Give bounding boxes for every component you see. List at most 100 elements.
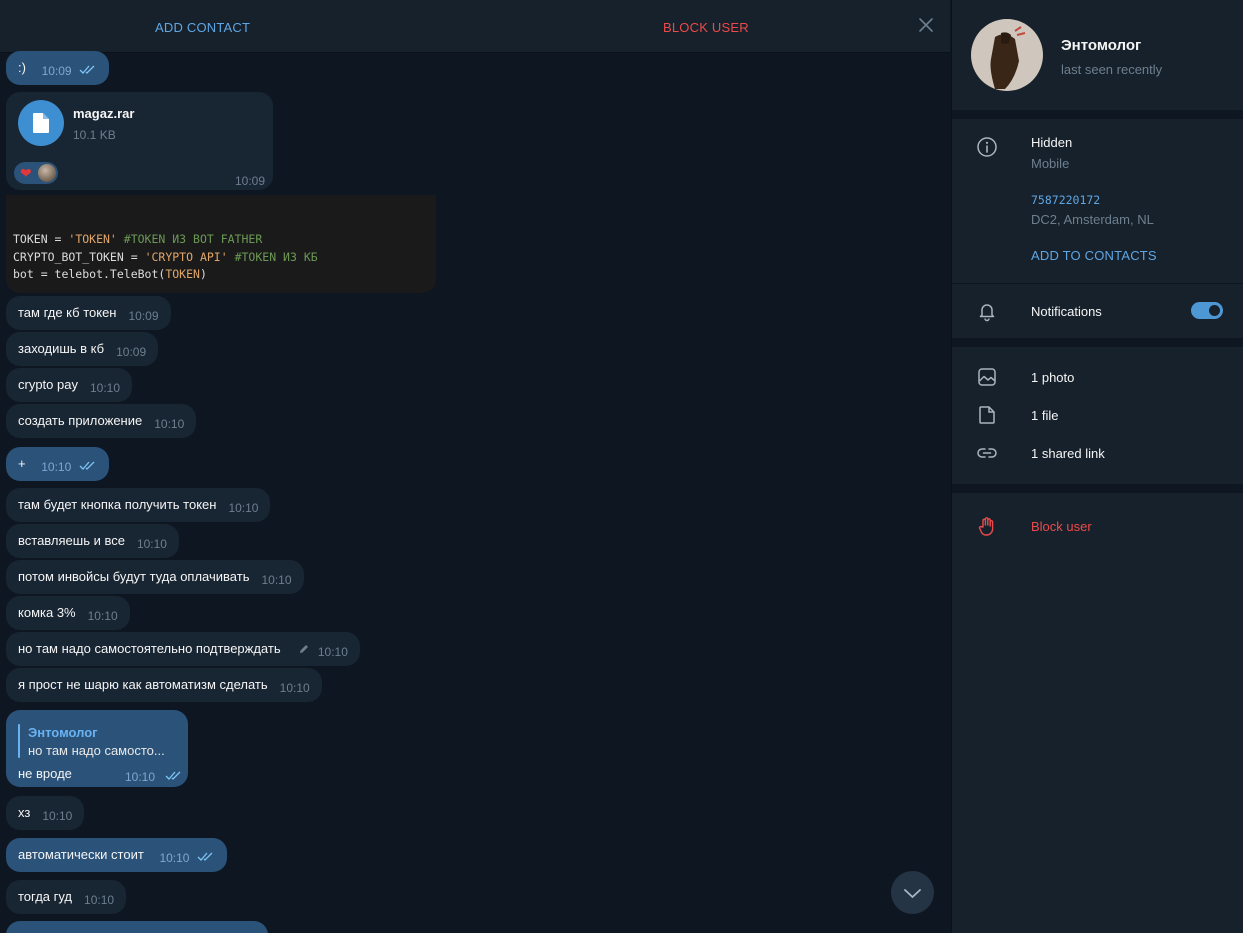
message-text: crypto pay	[18, 377, 78, 392]
message-time: 10:10	[154, 417, 185, 431]
profile-panel: Энтомолог last seen recently Hidden Mobi…	[951, 0, 1243, 933]
reply-bar	[18, 724, 20, 758]
info-icon	[977, 137, 997, 157]
message-text: я прост не шарю как автоматизм сделать	[18, 677, 268, 692]
message-time: 10:10	[228, 501, 259, 515]
chat-area: ADD CONTACT BLOCK USER :) 10:09 magaz.ra…	[0, 0, 950, 933]
notifications-label: Notifications	[1031, 304, 1102, 319]
photo-icon	[978, 368, 996, 386]
message-time: 10:09	[41, 64, 72, 78]
divider	[952, 484, 1243, 493]
file-download-button[interactable]	[18, 100, 64, 146]
info-phone[interactable]: Hidden	[1031, 135, 1072, 150]
message-time: 10:10	[159, 851, 190, 865]
edited-pencil-icon	[300, 645, 309, 653]
link-icon	[977, 448, 997, 458]
message-outgoing[interactable]: :) 10:09	[6, 51, 110, 85]
add-to-contacts-button[interactable]: ADD TO CONTACTS	[1031, 248, 1157, 263]
double-check-icon	[79, 65, 95, 74]
scroll-down-button[interactable]	[891, 871, 934, 914]
code-line: TOKEN = 'TOKEN' #TOKEN ИЗ BOT FATHER	[13, 232, 263, 246]
message-time: 10:10	[41, 460, 72, 474]
add-contact-button[interactable]: ADD CONTACT	[155, 20, 250, 35]
message-incoming[interactable]: заходишь в кб 10:09	[6, 332, 159, 366]
message-incoming[interactable]: комка 3% 10:10	[6, 596, 130, 630]
message-incoming[interactable]: crypto pay 10:10	[6, 368, 133, 402]
message-text: :)	[18, 60, 26, 75]
bell-icon	[979, 304, 995, 322]
reply-author[interactable]: Энтомолог	[28, 725, 98, 740]
profile-name: Энтомолог	[1061, 37, 1142, 54]
message-time: 10:10	[136, 537, 167, 551]
profile-status: last seen recently	[1061, 62, 1163, 77]
message-text: автоматически стоит	[18, 847, 144, 862]
message-incoming[interactable]: тогда гуд 10:10	[6, 880, 127, 914]
message-incoming[interactable]: но там надо самостоятельно подтверждать …	[6, 632, 360, 666]
message-text: комка 3%	[18, 605, 76, 620]
file-icon	[979, 406, 995, 424]
message-text: заходишь в кб	[18, 341, 105, 356]
heart-icon: ❤	[20, 165, 32, 181]
message-text: там где кб токен	[18, 305, 117, 320]
message-text: тогда гуд	[18, 889, 73, 904]
double-check-icon	[165, 771, 181, 780]
message-time: 10:10	[84, 893, 115, 907]
divider	[952, 283, 1243, 284]
data-center-info: DC2, Amsterdam, NL	[1031, 212, 1154, 227]
message-outgoing[interactable]: автоматически стоит 10:10	[6, 838, 228, 872]
user-id[interactable]: 7587220172	[1031, 193, 1100, 207]
message-text: хз	[18, 805, 31, 820]
message-time: 10:09	[116, 345, 147, 359]
message-text: вставляешь и все	[18, 533, 125, 548]
shared-links-label: 1 shared link	[1031, 446, 1105, 461]
file-name: magaz.rar	[73, 106, 135, 121]
message-incoming[interactable]: хз 10:10	[6, 796, 85, 830]
code-line: bot = telebot.TeleBot(TOKEN)	[13, 267, 207, 281]
reaction-badge[interactable]: ❤	[14, 162, 58, 184]
message-incoming[interactable]: я прост не шарю как автоматизм сделать 10…	[6, 668, 322, 702]
shared-photos-label: 1 photo	[1031, 370, 1075, 385]
file-icon	[33, 113, 49, 133]
reply-quote[interactable]: но там надо самосто...	[28, 743, 165, 758]
message-time: 10:10	[89, 381, 121, 395]
file-message[interactable]: magaz.rar 10.1 KB ❤ 10:09	[6, 92, 273, 190]
block-user-label: Block user	[1031, 519, 1092, 534]
chevron-down-icon	[904, 889, 921, 898]
toggle-knob	[1209, 305, 1220, 316]
message-incoming[interactable]: потом инвойсы будут туда оплачивать 10:10	[6, 560, 304, 594]
reply-message[interactable]: Энтомолог но там надо самосто... не врод…	[6, 710, 188, 787]
code-screenshot-image[interactable]: TOKEN = 'TOKEN' #TOKEN ИЗ BOT FATHER CRY…	[6, 195, 436, 293]
message-incoming[interactable]: там где кб токен 10:09	[6, 296, 171, 330]
file-size: 10.1 KB	[73, 128, 116, 142]
info-phone-label: Mobile	[1031, 156, 1070, 171]
avatar[interactable]	[971, 19, 1043, 91]
message-outgoing[interactable]: + 10:10	[6, 447, 109, 481]
message-text: там будет кнопка получить токен	[18, 497, 217, 512]
message-text: +	[18, 456, 26, 471]
message-outgoing[interactable]	[6, 921, 268, 933]
divider	[952, 110, 1243, 119]
message-text: не вроде	[18, 766, 72, 781]
message-text: но там надо самостоятельно подтверждать	[18, 641, 281, 656]
message-time: 10:10	[42, 809, 73, 823]
message-text: потом инвойсы будут туда оплачивать	[18, 569, 250, 584]
message-time: 10:10	[317, 645, 348, 659]
message-incoming[interactable]: там будет кнопка получить токен 10:10	[6, 488, 271, 522]
message-time: 10:10	[125, 770, 156, 784]
message-text: создать приложение	[18, 413, 143, 428]
double-check-icon	[79, 461, 95, 470]
double-check-icon	[197, 852, 213, 861]
message-incoming[interactable]: создать приложение 10:10	[6, 404, 197, 438]
block-user-button[interactable]: BLOCK USER	[663, 20, 749, 35]
message-time: 10:10	[279, 681, 310, 695]
reaction-avatar	[38, 164, 56, 182]
hand-stop-icon	[978, 517, 994, 536]
message-incoming[interactable]: вставляешь и все 10:10	[6, 524, 179, 558]
message-time: 10:09	[128, 309, 159, 323]
chat-top-bar: ADD CONTACT BLOCK USER	[0, 0, 950, 53]
notifications-toggle[interactable]	[1191, 302, 1223, 319]
shared-files-label: 1 file	[1031, 408, 1059, 423]
message-time: 10:10	[261, 573, 292, 587]
close-icon[interactable]	[916, 15, 936, 35]
message-time: 10:09	[234, 174, 265, 188]
